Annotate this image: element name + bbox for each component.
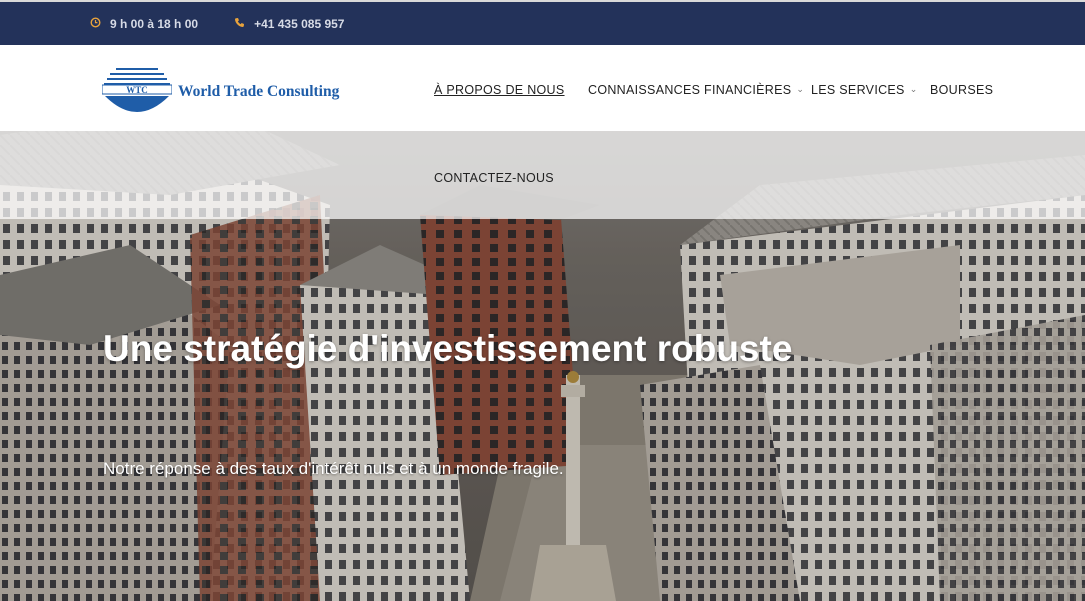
clock-icon: [90, 16, 101, 31]
nav-financial-knowledge-label: CONNAISSANCES FINANCIÈRES: [588, 83, 792, 97]
nav-about-us[interactable]: À PROPOS DE NOUS: [434, 83, 565, 97]
hero-headline: Une stratégie d'investissement robuste: [103, 328, 793, 369]
nav-stock-exchanges[interactable]: BOURSES: [930, 83, 993, 97]
phone-icon: [234, 17, 245, 31]
logo-monogram: WTC: [126, 85, 148, 95]
chevron-down-icon: ⌄: [909, 84, 918, 94]
nav-services-label: LES SERVICES: [811, 83, 905, 97]
brand-name: World Trade Consulting: [178, 83, 340, 100]
phone-contact[interactable]: +41 435 085 957: [234, 17, 344, 31]
wtc-globe-logo-icon: WTC: [101, 68, 173, 113]
chevron-down-icon: ⌄: [796, 84, 805, 94]
top-info-bar: 9 h 00 à 18 h 00 +41 435 085 957: [0, 0, 1085, 45]
nav-contact-us[interactable]: CONTACTEZ-NOUS: [434, 171, 554, 185]
nav-financial-knowledge[interactable]: CONNAISSANCES FINANCIÈRES ⌄: [588, 83, 804, 97]
opening-hours: 9 h 00 à 18 h 00: [90, 17, 198, 31]
nav-services[interactable]: LES SERVICES ⌄: [811, 83, 918, 97]
phone-number[interactable]: +41 435 085 957: [254, 17, 344, 31]
brand-logo[interactable]: WTC World Trade Consulting: [101, 66, 352, 116]
site-header: WTC World Trade Consulting À PROPOS DE N…: [0, 45, 1085, 131]
opening-hours-text: 9 h 00 à 18 h 00: [110, 16, 199, 31]
hero-subline: Notre réponse à des taux d'intérêt nuls …: [103, 459, 564, 478]
nav-second-row: CONTACTEZ-NOUS: [0, 131, 1085, 219]
